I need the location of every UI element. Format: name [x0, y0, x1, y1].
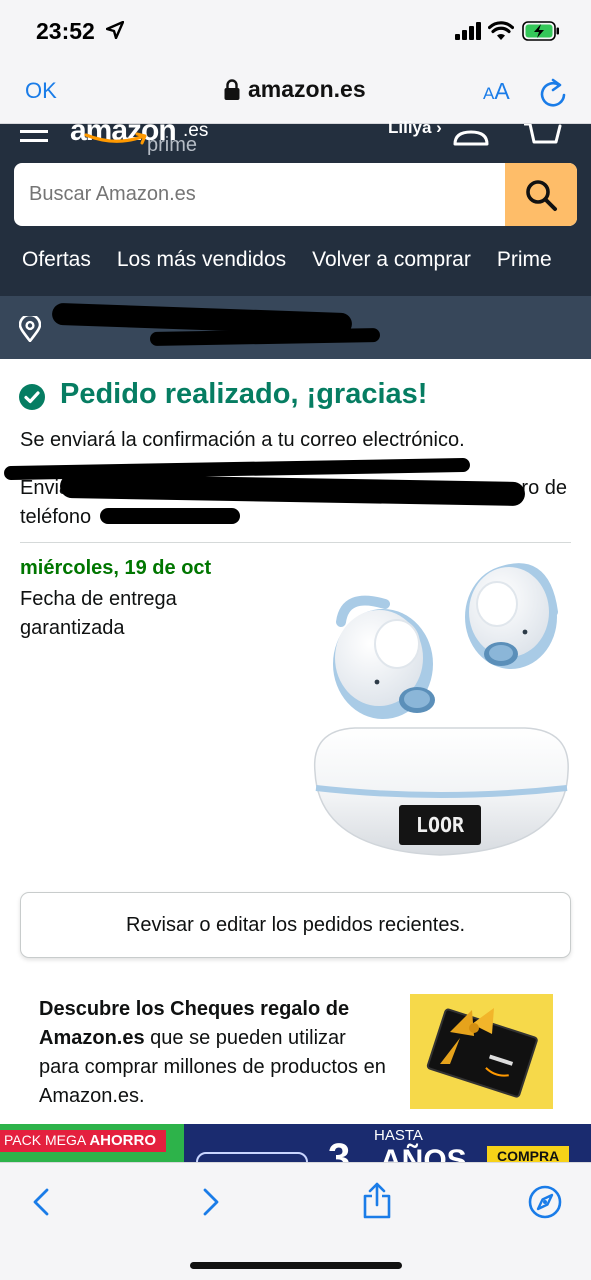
cart-icon[interactable] [524, 124, 562, 146]
text-size-button[interactable]: AA [483, 78, 510, 105]
nav-link-ofertas[interactable]: Ofertas [22, 248, 91, 272]
share-icon[interactable] [362, 1181, 392, 1219]
gift-card-image[interactable] [410, 994, 553, 1109]
promo-banner[interactable]: PACK MEGA AHORRO 3 HASTA AÑOS COMPRA [0, 1124, 591, 1162]
search-icon [526, 179, 557, 211]
banner-product-outline [196, 1152, 308, 1162]
location-arrow-icon [106, 21, 124, 39]
delivery-guarantee-label: Fecha de entrega garantizada [20, 588, 177, 639]
wifi-icon [488, 21, 514, 40]
message-fragment: teléfono [20, 506, 92, 528]
delivery-location-bar[interactable] [0, 296, 591, 359]
divider [20, 542, 571, 543]
nav-link-best-sellers[interactable]: Los más vendidos [117, 248, 286, 272]
case-display-label: LOOR [416, 813, 465, 837]
search-input[interactable] [14, 163, 505, 226]
message-fragment: ro de [521, 477, 567, 499]
banner-tag-prefix: PACK MEGA [4, 1132, 90, 1148]
redaction-mark [100, 508, 240, 524]
account-link[interactable]: Liliya › [388, 118, 442, 138]
prime-logo: prime [147, 134, 198, 156]
user-icon[interactable] [452, 124, 490, 146]
amazon-header: amazon .es prime Liliya › Ofertas Los má… [0, 114, 591, 296]
redaction-mark [149, 327, 381, 347]
search-bar [14, 163, 577, 226]
forward-icon[interactable] [200, 1187, 222, 1217]
redaction-mark [59, 473, 526, 507]
home-indicator [190, 1262, 402, 1269]
amazon-smile-icon [84, 132, 147, 145]
nav-link-buy-again[interactable]: Volver a comprar [312, 248, 471, 272]
banner-tag-bold: AHORRO [89, 1132, 156, 1149]
text-size-big-label: A [494, 78, 510, 104]
lock-icon [224, 79, 240, 100]
confirmation-message: Se enviará la confirmación a tu correo e… [20, 429, 465, 451]
banner-tag: PACK MEGA AHORRO [0, 1130, 166, 1152]
gift-card-promo[interactable]: Descubre los Cheques regalo de Amazon.es… [39, 995, 389, 1111]
banner-upto-label: HASTA [374, 1127, 423, 1144]
product-image-earbuds[interactable]: LOOR [305, 552, 575, 867]
delivery-date: miércoles, 19 de oct [20, 557, 212, 579]
status-bar: 23:52 [0, 0, 591, 64]
order-confirmation-title: Pedido realizado, ¡gracias! [60, 378, 428, 410]
check-circle-icon [19, 384, 45, 410]
status-time: 23:52 [36, 18, 95, 44]
reload-icon[interactable] [539, 78, 567, 108]
banner-years-number: 3 [328, 1136, 351, 1162]
location-pin-icon [19, 316, 41, 342]
banner-cta: COMPRA [487, 1146, 570, 1162]
back-icon[interactable] [30, 1187, 52, 1217]
compass-icon[interactable] [528, 1185, 562, 1219]
menu-icon[interactable] [20, 124, 48, 142]
search-button[interactable] [505, 163, 577, 226]
nav-links: Ofertas Los más vendidos Volver a compra… [22, 248, 552, 272]
url-domain[interactable]: amazon.es [248, 76, 366, 103]
text-size-small-label: A [483, 84, 495, 103]
review-orders-button[interactable]: Revisar o editar los pedidos recientes. [20, 892, 571, 958]
banner-years-word: AÑOS [380, 1144, 467, 1162]
done-button[interactable]: OK [25, 78, 57, 104]
cellular-signal-icon [455, 22, 481, 40]
browser-toolbar [0, 1162, 591, 1280]
battery-charging-icon [522, 21, 559, 41]
nav-link-prime[interactable]: Prime [497, 248, 552, 272]
